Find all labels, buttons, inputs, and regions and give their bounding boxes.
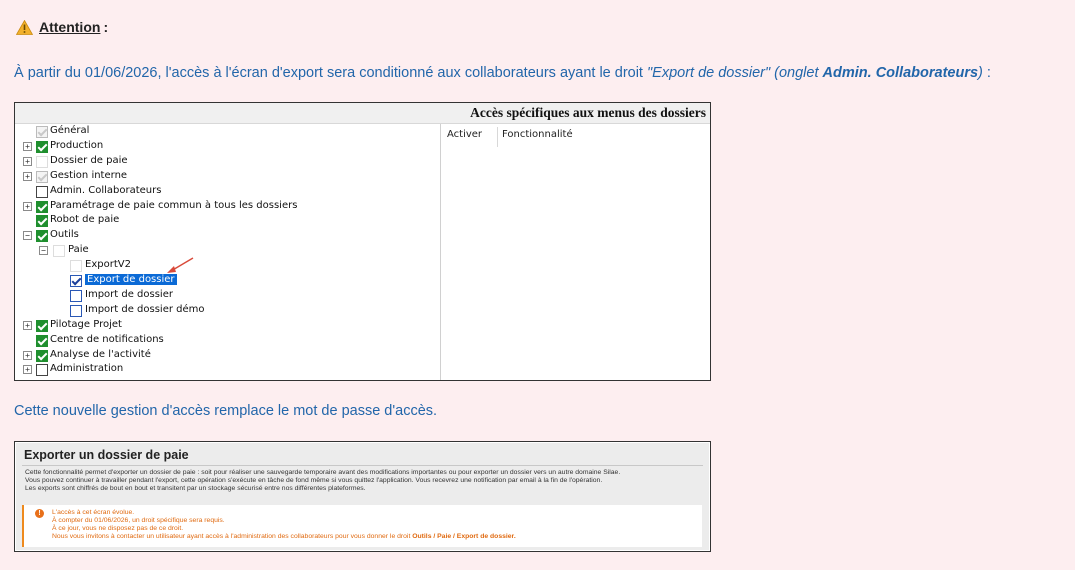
tree-item-label: Gestion interne xyxy=(50,169,128,181)
expand-icon[interactable]: + xyxy=(23,350,32,360)
tree-item-label: Export de dossier xyxy=(85,274,177,285)
attention-label: Attention xyxy=(39,19,101,35)
tree-item[interactable]: ExportV2 xyxy=(15,259,435,273)
rights-panel-header: Accès spécifiques aux menus des dossiers xyxy=(15,103,710,124)
title-divider xyxy=(22,465,703,466)
intro-text: À partir du 01/06/2026, l'accès à l'écra… xyxy=(14,65,647,81)
tree-item-label: Paie xyxy=(68,244,89,256)
expand-icon[interactable]: + xyxy=(23,156,32,166)
tree-item[interactable]: Import de dossier xyxy=(15,289,435,303)
checkbox[interactable] xyxy=(70,304,82,317)
expand-icon[interactable]: + xyxy=(23,365,32,375)
tree-item[interactable]: Admin. Collaborateurs xyxy=(15,185,435,199)
checkbox[interactable] xyxy=(36,319,48,332)
checkbox[interactable] xyxy=(36,349,48,362)
tree-item-label: Général xyxy=(50,125,90,136)
tree-item[interactable]: Export de dossier xyxy=(15,274,435,288)
expand-icon[interactable]: + xyxy=(23,141,32,151)
tree-item-label: Outils xyxy=(50,229,79,241)
tree-item-label: Administration xyxy=(50,363,124,375)
warning-icon xyxy=(16,19,33,35)
checkbox[interactable] xyxy=(70,275,82,287)
export-desc-line: Cette fonctionnalité permet d'exporter u… xyxy=(25,469,621,476)
attention-heading: Attention : xyxy=(16,19,108,35)
checkbox[interactable] xyxy=(36,215,48,228)
tree-item-label: Paramétrage de paie commun à tous les do… xyxy=(50,199,298,211)
intro-bold: Admin. Collaborateurs xyxy=(822,65,979,81)
tree-item[interactable]: + Dossier de paie xyxy=(15,155,435,169)
checkbox[interactable] xyxy=(36,334,48,347)
warning-right-path: Outils / Paie / Export de dossier. xyxy=(412,533,516,540)
panel-divider xyxy=(440,124,441,380)
warning-line: L'accès à cet écran évolue. xyxy=(52,509,135,516)
intro-colon: : xyxy=(982,65,991,81)
warning-contact-text: Nous vous invitons à contacter un utilis… xyxy=(52,533,413,540)
tree-item[interactable]: + Analyse de l'activité xyxy=(15,349,435,363)
tree-item[interactable]: Centre de notifications xyxy=(15,334,435,348)
tree-item-label: Pilotage Projet xyxy=(50,318,122,330)
warning-line-contact: Nous vous invitons à contacter un utilis… xyxy=(52,533,516,540)
alert-circle-icon: ! xyxy=(35,509,44,518)
expand-icon[interactable]: + xyxy=(23,171,32,181)
checkbox[interactable] xyxy=(70,289,82,302)
warning-line: À compter du 01/06/2026, un droit spécif… xyxy=(52,517,225,524)
checkbox[interactable] xyxy=(53,245,65,258)
checkbox[interactable] xyxy=(36,200,48,213)
expand-icon[interactable]: + xyxy=(23,320,32,330)
tree-item-label: Robot de paie xyxy=(50,214,120,226)
tree-item-label: ExportV2 xyxy=(85,259,131,271)
intro-italic: "Export de dossier" (onglet xyxy=(647,65,823,81)
attention-colon: : xyxy=(103,19,109,35)
tree-item-label: Admin. Collaborateurs xyxy=(50,184,162,196)
tree-item-label: Centre de notifications xyxy=(50,333,164,345)
tree-item-label: Import de dossier démo xyxy=(85,303,205,315)
collapse-icon[interactable]: − xyxy=(39,246,48,256)
column-divider xyxy=(497,127,498,147)
rights-panel-title: Accès spécifiques aux menus des dossiers xyxy=(470,105,706,120)
expand-icon[interactable]: + xyxy=(23,201,32,211)
tree-item-label: Production xyxy=(50,139,104,151)
tree-item[interactable]: Robot de paie xyxy=(15,214,435,228)
red-arrow-annotation xyxy=(167,257,194,273)
checkbox[interactable] xyxy=(70,260,82,273)
checkbox[interactable] xyxy=(36,155,48,168)
export-desc-line: Les exports sont chiffrés de bout en bou… xyxy=(25,485,366,492)
tree-item-label: Dossier de paie xyxy=(50,154,128,166)
tree-item[interactable]: + Pilotage Projet xyxy=(15,319,435,333)
tree-item[interactable]: + Paramétrage de paie commun à tous les d… xyxy=(15,200,435,214)
tree-item[interactable]: − Outils xyxy=(15,229,435,243)
export-desc-line: Vous pouvez continuer à travailler penda… xyxy=(25,477,603,484)
column-header-fonctionnalite[interactable]: Fonctionnalité xyxy=(502,129,573,140)
checkbox[interactable] xyxy=(36,230,48,243)
export-panel-title: Exporter un dossier de paie xyxy=(24,448,189,462)
rights-tree-screenshot: Accès spécifiques aux menus des dossiers… xyxy=(14,102,711,381)
tree-item-label: Import de dossier xyxy=(85,288,173,300)
tree-item[interactable]: − Paie xyxy=(15,244,435,258)
tree-item[interactable]: + Gestion interne xyxy=(15,170,435,184)
export-panel: Exporter un dossier de paie Cette foncti… xyxy=(16,443,709,550)
checkbox[interactable] xyxy=(36,140,48,153)
tree-item[interactable]: + Production xyxy=(15,140,435,154)
tree-item-label: Analyse de l'activité xyxy=(50,348,151,360)
column-header-activer[interactable]: Activer xyxy=(447,129,482,140)
access-warning-box: ! L'accès à cet écran évolue. À compter … xyxy=(22,505,702,547)
checkbox[interactable] xyxy=(36,185,48,198)
checkbox[interactable] xyxy=(36,364,48,377)
tree-item[interactable]: Général xyxy=(15,125,435,139)
tree-item[interactable]: + Administration xyxy=(15,363,435,377)
collapse-icon[interactable]: − xyxy=(23,231,32,241)
export-screenshot: Exporter un dossier de paie Cette foncti… xyxy=(14,441,711,552)
checkbox[interactable] xyxy=(36,126,48,138)
tree-item[interactable]: Import de dossier démo xyxy=(15,304,435,318)
checkbox[interactable] xyxy=(36,170,48,183)
intro-paragraph: À partir du 01/06/2026, l'accès à l'écra… xyxy=(14,65,991,81)
replacement-paragraph: Cette nouvelle gestion d'accès remplace … xyxy=(14,403,438,419)
warning-line: À ce jour, vous ne disposez pas de ce dr… xyxy=(52,525,184,532)
